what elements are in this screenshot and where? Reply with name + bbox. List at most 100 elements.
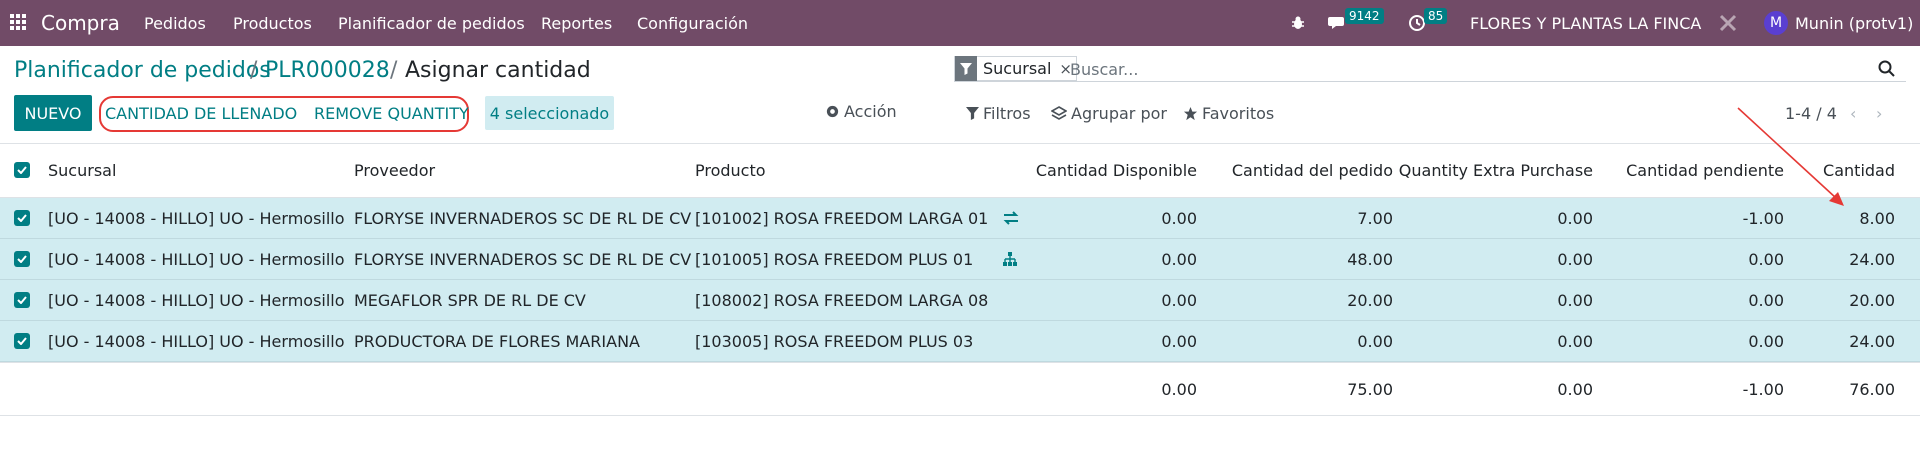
- breadcrumb-separator: /: [390, 58, 398, 83]
- table-row[interactable]: [UO - 14008 - HILLO] UO - Hermosillo MEG…: [0, 280, 1920, 321]
- cell-cantidad[interactable]: 8.00: [1859, 209, 1895, 228]
- top-navbar: Compra Pedidos Productos Planificador de…: [0, 0, 1920, 46]
- header-cantidad-disponible[interactable]: Cantidad Disponible: [1036, 161, 1197, 180]
- total-pedido: 75.00: [1347, 380, 1393, 399]
- menu-pedidos[interactable]: Pedidos: [144, 14, 206, 33]
- layers-icon: [1051, 106, 1067, 120]
- cell-disponible: 0.00: [1161, 250, 1197, 269]
- action-label: Acción: [844, 102, 897, 121]
- star-icon: [1183, 106, 1198, 121]
- avatar[interactable]: M: [1764, 11, 1788, 35]
- header-proveedor[interactable]: Proveedor: [354, 161, 435, 180]
- breadcrumb-planificador[interactable]: Planificador de pedidos: [14, 58, 271, 83]
- cell-sucursal: [UO - 14008 - HILLO] UO - Hermosillo: [48, 291, 345, 310]
- pager-value[interactable]: 1-4 / 4: [1785, 104, 1837, 123]
- activity-clock-icon[interactable]: [1408, 0, 1426, 46]
- table-row[interactable]: [UO - 14008 - HILLO] UO - Hermosillo FLO…: [0, 239, 1920, 280]
- table-row[interactable]: [UO - 14008 - HILLO] UO - Hermosillo FLO…: [0, 198, 1920, 239]
- cell-producto: [101005] ROSA FREEDOM PLUS 01: [695, 250, 974, 269]
- filter-icon: [966, 107, 979, 120]
- apps-grid-icon[interactable]: [10, 14, 26, 30]
- cell-cantidad[interactable]: 24.00: [1849, 250, 1895, 269]
- row-checkbox[interactable]: [14, 333, 30, 349]
- total-disponible: 0.00: [1161, 380, 1197, 399]
- group-by-dropdown[interactable]: Agrupar por: [1051, 104, 1167, 123]
- app-name[interactable]: Compra: [41, 11, 120, 35]
- transfer-icon[interactable]: [1002, 210, 1020, 230]
- footer-bottom-divider: [0, 415, 1920, 416]
- row-checkbox[interactable]: [14, 210, 30, 226]
- search-input[interactable]: [1070, 58, 1690, 80]
- fill-quantity-button[interactable]: CANTIDAD DE LLENADO: [105, 104, 297, 123]
- header-cantidad-pendiente[interactable]: Cantidad pendiente: [1626, 161, 1784, 180]
- pager-next-icon[interactable]: ›: [1876, 104, 1882, 123]
- new-button[interactable]: NUEVO: [14, 95, 92, 131]
- total-extra: 0.00: [1557, 380, 1593, 399]
- filter-icon: [955, 56, 977, 81]
- cell-disponible: 0.00: [1161, 291, 1197, 310]
- select-all-checkbox[interactable]: [14, 162, 30, 178]
- debug-tools-icon[interactable]: [1718, 0, 1738, 46]
- group-label: Agrupar por: [1071, 104, 1167, 123]
- cell-extra: 0.00: [1557, 250, 1593, 269]
- selected-count: 4 seleccionado: [485, 96, 614, 130]
- cell-pedido: 7.00: [1357, 209, 1393, 228]
- activities-badge: 85: [1424, 8, 1448, 24]
- cell-pendiente: -1.00: [1742, 209, 1784, 228]
- search-icon[interactable]: [1878, 60, 1895, 81]
- company-name[interactable]: FLORES Y PLANTAS LA FINCA: [1470, 0, 1701, 46]
- header-cantidad[interactable]: Cantidad: [1823, 161, 1895, 180]
- menu-configuracion[interactable]: Configuración: [637, 14, 748, 33]
- header-cantidad-pedido[interactable]: Cantidad del pedido: [1232, 161, 1393, 180]
- cell-extra: 0.00: [1557, 209, 1593, 228]
- footer-divider: [0, 362, 1920, 363]
- cell-proveedor: MEGAFLOR SPR DE RL DE CV: [354, 291, 586, 310]
- divider: [0, 143, 1920, 144]
- cell-extra: 0.00: [1557, 332, 1593, 351]
- cell-disponible: 0.00: [1161, 332, 1197, 351]
- cell-pendiente: 0.00: [1748, 250, 1784, 269]
- search-facet: Sucursal ×: [954, 56, 1077, 81]
- cell-sucursal: [UO - 14008 - HILLO] UO - Hermosillo: [48, 209, 345, 228]
- row-checkbox[interactable]: [14, 251, 30, 267]
- cell-producto: [103005] ROSA FREEDOM PLUS 03: [695, 332, 974, 351]
- cell-pendiente: 0.00: [1748, 332, 1784, 351]
- cell-disponible: 0.00: [1161, 209, 1197, 228]
- header-sucursal[interactable]: Sucursal: [48, 161, 116, 180]
- menu-productos[interactable]: Productos: [233, 14, 312, 33]
- cell-proveedor: FLORYSE INVERNADEROS SC DE RL DE CV: [354, 209, 692, 228]
- sitemap-icon[interactable]: [1002, 251, 1018, 271]
- cell-pendiente: 0.00: [1748, 291, 1784, 310]
- pager-prev-icon[interactable]: ‹: [1850, 104, 1856, 123]
- cell-cantidad[interactable]: 20.00: [1849, 291, 1895, 310]
- cell-pedido: 48.00: [1347, 250, 1393, 269]
- cell-producto: [108002] ROSA FREEDOM LARGA 08: [695, 291, 989, 310]
- cell-pedido: 20.00: [1347, 291, 1393, 310]
- menu-planificador[interactable]: Planificador de pedidos: [338, 14, 525, 33]
- cell-proveedor: PRODUCTORA DE FLORES MARIANA: [354, 332, 640, 351]
- cell-pedido: 0.00: [1357, 332, 1393, 351]
- action-dropdown[interactable]: Acción: [825, 102, 897, 121]
- header-producto[interactable]: Producto: [695, 161, 766, 180]
- filters-dropdown[interactable]: Filtros: [966, 104, 1031, 123]
- row-checkbox[interactable]: [14, 292, 30, 308]
- favorites-dropdown[interactable]: Favoritos: [1183, 104, 1274, 123]
- breadcrumb-record[interactable]: PLR000028: [265, 58, 390, 83]
- cell-proveedor: FLORYSE INVERNADEROS SC DE RL DE CV: [354, 250, 692, 269]
- search-bar: Sucursal ×: [954, 56, 1906, 82]
- user-name[interactable]: Munin (protv1): [1795, 0, 1913, 46]
- gear-icon: [826, 105, 839, 118]
- total-cantidad: 76.00: [1849, 380, 1895, 399]
- bug-icon[interactable]: [1290, 0, 1306, 46]
- cell-sucursal: [UO - 14008 - HILLO] UO - Hermosillo: [48, 332, 345, 351]
- cell-cantidad[interactable]: 24.00: [1849, 332, 1895, 351]
- favorites-label: Favoritos: [1202, 104, 1275, 123]
- messages-badge: 9142: [1345, 8, 1384, 24]
- menu-reportes[interactable]: Reportes: [541, 14, 612, 33]
- cell-sucursal: [UO - 14008 - HILLO] UO - Hermosillo: [48, 250, 345, 269]
- remove-quantity-button[interactable]: REMOVE QUANTITY: [314, 104, 469, 123]
- header-quantity-extra[interactable]: Quantity Extra Purchase: [1399, 161, 1593, 180]
- filters-label: Filtros: [983, 104, 1031, 123]
- table-row[interactable]: [UO - 14008 - HILLO] UO - Hermosillo PRO…: [0, 321, 1920, 362]
- page-title: Asignar cantidad: [405, 58, 591, 83]
